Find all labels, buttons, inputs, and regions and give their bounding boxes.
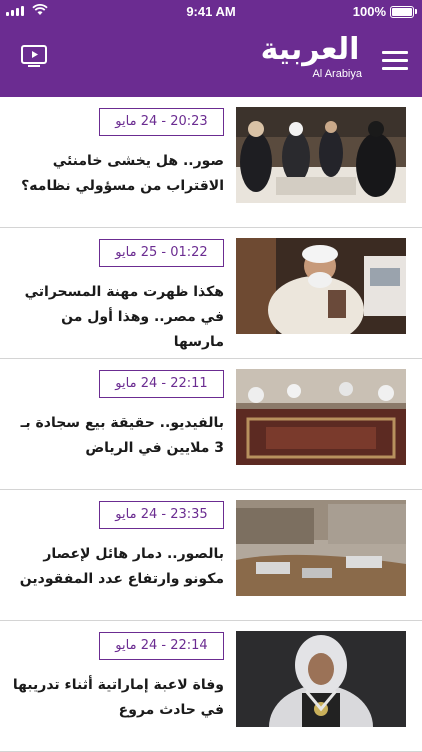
news-list: 20:23 - 24 مايو صور.. هل يخشى خامنئي الا… [0, 97, 422, 752]
list-item[interactable]: 01:22 - 25 مايو هكذا ظهرت مهنة المسحراتي… [0, 228, 422, 359]
battery-percent: 100% [352, 4, 386, 19]
article-date: 24 مايو [115, 507, 158, 522]
article-headline[interactable]: بالفيديو.. حقيقة بيع سجادة بـ 3 ملايين ف… [10, 411, 224, 461]
article-time: 22:14 [170, 638, 208, 653]
article-date: 24 مايو [115, 638, 158, 653]
article-headline[interactable]: وفاة لاعبة إماراتية أثناء تدريبها في حاد… [10, 673, 224, 723]
article-headline[interactable]: بالصور.. دمار هائل لإعصار مكونو وارتفاع … [10, 542, 224, 592]
date-separator: - [161, 114, 167, 129]
status-bar: 9:41 AM 100% [0, 0, 422, 24]
battery-icon [390, 6, 414, 18]
article-thumbnail[interactable] [236, 631, 406, 727]
article-datetime: 23:35 - 24 مايو [99, 501, 224, 529]
article-headline[interactable]: صور.. هل يخشى خامنئي الاقتراب من مسؤولي … [10, 149, 224, 199]
article-headline[interactable]: هكذا ظهرت مهنة المسحراتي في مصر.. وهذا أ… [10, 280, 224, 355]
article-time: 01:22 [170, 245, 208, 260]
date-separator: - [161, 376, 167, 391]
article-time: 20:23 [170, 114, 208, 129]
article-date: 24 مايو [115, 114, 158, 129]
article-datetime: 20:23 - 24 مايو [99, 108, 224, 136]
list-item[interactable]: 22:14 - 24 مايو وفاة لاعبة إماراتية أثنا… [0, 621, 422, 752]
date-separator: - [161, 638, 167, 653]
article-time: 22:11 [170, 376, 208, 391]
list-item[interactable]: 23:35 - 24 مايو بالصور.. دمار هائل لإعصا… [0, 490, 422, 621]
logo-english: Al Arabiya [312, 68, 362, 80]
date-separator: - [161, 507, 167, 522]
list-item[interactable]: 22:11 - 24 مايو بالفيديو.. حقيقة بيع سجا… [0, 359, 422, 490]
al-arabiya-logo: العربية Al Arabiya [258, 34, 362, 84]
article-thumbnail[interactable] [236, 238, 406, 334]
article-date: 24 مايو [115, 376, 158, 391]
tv-play-icon[interactable] [20, 44, 48, 70]
list-item[interactable]: 20:23 - 24 مايو صور.. هل يخشى خامنئي الا… [0, 97, 422, 228]
article-datetime: 22:14 - 24 مايو [99, 632, 224, 660]
article-date: 25 مايو [115, 245, 158, 260]
article-time: 23:35 [170, 507, 208, 522]
article-thumbnail[interactable] [236, 369, 406, 465]
article-datetime: 01:22 - 25 مايو [99, 239, 224, 267]
app-header: 9:41 AM 100% العربية Al Arabiya [0, 0, 422, 97]
date-separator: - [161, 245, 167, 260]
article-datetime: 22:11 - 24 مايو [99, 370, 224, 398]
hamburger-menu-icon[interactable] [382, 51, 408, 71]
logo-arabic: العربية [260, 32, 361, 67]
article-thumbnail[interactable] [236, 107, 406, 203]
article-thumbnail[interactable] [236, 500, 406, 596]
